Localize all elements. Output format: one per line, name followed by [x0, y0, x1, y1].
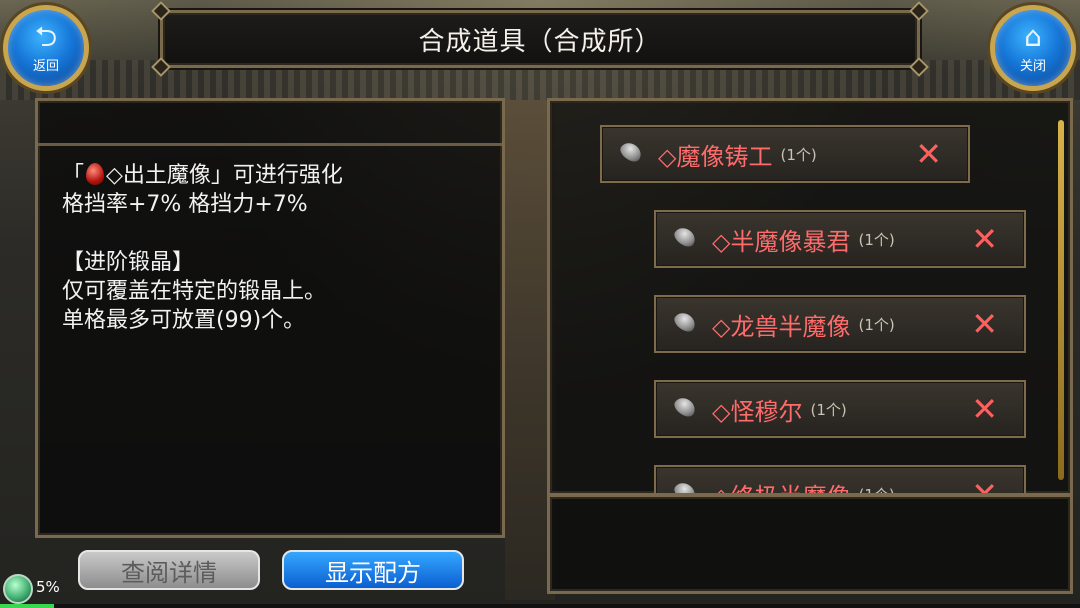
crystal-icon — [672, 227, 702, 251]
exp-orb-icon — [3, 574, 33, 604]
result-panel — [547, 494, 1073, 594]
material-name: ◇魔像铸工 — [658, 142, 773, 171]
material-item[interactable]: ◇龙兽半魔像 (1个) ✕ — [654, 295, 1026, 353]
show-recipe-button[interactable]: 显示配方 — [282, 550, 464, 590]
bracket-open: 「 — [62, 163, 85, 188]
exp-bar — [0, 604, 1080, 608]
description-line-5: 单格最多可放置(99)个。 — [62, 308, 306, 333]
description-line-2: 格挡率+7% 格挡力+7% — [62, 192, 308, 217]
enhance-text: ◇出土魔像」可进行强化 — [106, 163, 343, 188]
item-description: 「 ◇出土魔像」可进行强化 格挡率+7% 格挡力+7% 【进阶锻晶】 仅可覆盖在特… — [62, 161, 343, 335]
frame-corner — [909, 1, 929, 21]
material-item[interactable]: ◇终极半魔像 (1个) ✕ — [654, 465, 1026, 493]
remove-icon[interactable]: ✕ — [971, 390, 998, 428]
title-bar: 合成道具（合成所） — [151, 1, 929, 77]
material-list-panel: ◇魔像铸工 (1个) ✕ ◇半魔像暴君 (1个) ✕ ◇龙兽半魔像 (1个) ✕… — [547, 98, 1073, 496]
material-item[interactable]: ◇半魔像暴君 (1个) ✕ — [654, 210, 1026, 268]
material-count: (1个) — [858, 230, 895, 249]
description-line-4: 仅可覆盖在特定的锻晶上。 — [62, 279, 327, 304]
description-line-3: 【进阶锻晶】 — [62, 250, 195, 275]
material-item[interactable]: ◇魔像铸工 (1个) ✕ — [600, 125, 970, 183]
back-button[interactable]: ⮌ 返回 — [3, 5, 89, 91]
remove-icon[interactable]: ✕ — [971, 220, 998, 258]
back-label: 返回 — [32, 58, 59, 74]
red-gem-icon — [86, 163, 105, 185]
material-name: ◇半魔像暴君 — [712, 227, 851, 256]
exp-percent: 5% — [36, 578, 60, 596]
return-arrow-icon: ⮌ — [34, 19, 58, 53]
material-count: (1个) — [858, 315, 895, 334]
material-item[interactable]: ◇怪穆尔 (1个) ✕ — [654, 380, 1026, 438]
page-title: 合成道具（合成所） — [418, 26, 662, 57]
crystal-icon — [672, 312, 702, 336]
crystal-icon — [618, 142, 648, 166]
material-name: ◇怪穆尔 — [712, 397, 803, 426]
crystal-icon — [672, 397, 702, 421]
list-scrollbar[interactable] — [1058, 120, 1064, 480]
frame-corner — [151, 1, 171, 21]
view-details-button[interactable]: 查阅详情 — [78, 550, 260, 590]
close-button[interactable]: ⌂ 关闭 — [990, 5, 1076, 91]
exp-bar-fill — [0, 604, 54, 608]
material-count: (1个) — [810, 400, 847, 419]
description-line-1: 「 ◇出土魔像」可进行强化 — [62, 161, 343, 190]
close-label: 关闭 — [1019, 58, 1046, 74]
remove-icon[interactable]: ✕ — [971, 475, 998, 493]
material-name: ◇龙兽半魔像 — [712, 312, 851, 341]
panel-divider — [38, 143, 502, 146]
item-description-panel: 「 ◇出土魔像」可进行强化 格挡率+7% 格挡力+7% 【进阶锻晶】 仅可覆盖在特… — [35, 98, 505, 538]
remove-icon[interactable]: ✕ — [915, 135, 942, 173]
remove-icon[interactable]: ✕ — [971, 305, 998, 343]
home-icon: ⌂ — [1024, 19, 1042, 53]
material-count: (1个) — [780, 145, 817, 164]
